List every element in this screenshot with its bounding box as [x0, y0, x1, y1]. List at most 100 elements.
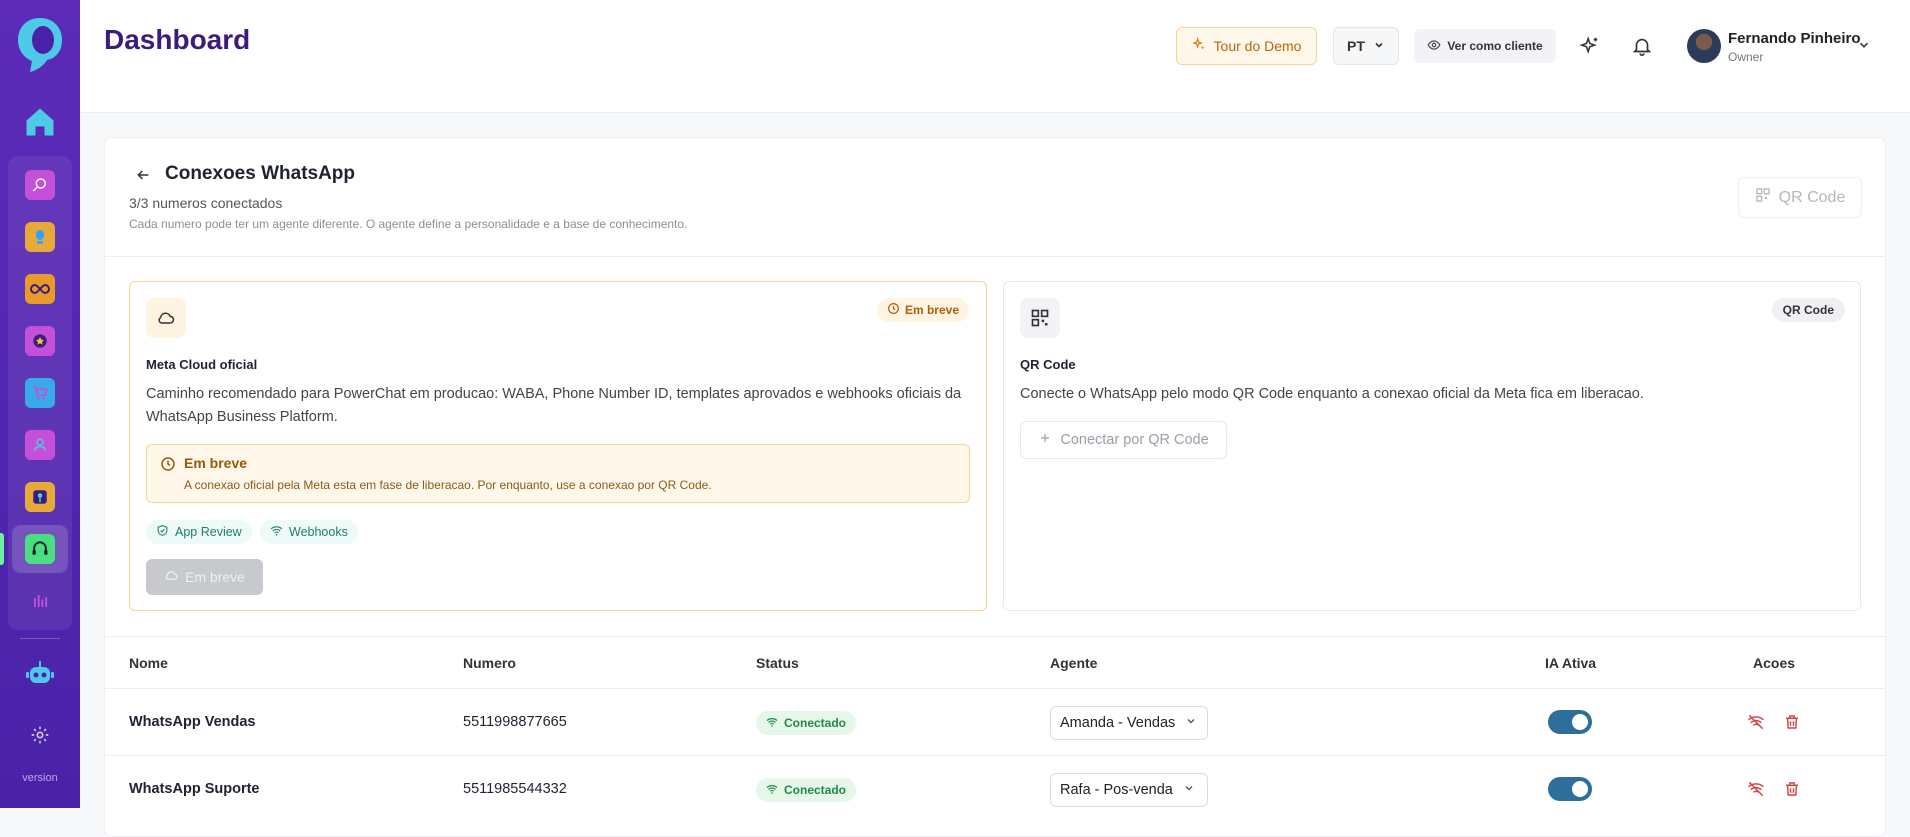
cloud-icon	[146, 298, 186, 338]
sidebar-active-indicator	[0, 533, 4, 565]
row-name: WhatsApp Vendas	[129, 714, 256, 730]
eye-icon	[1427, 38, 1441, 55]
status-badge: Conectado	[756, 711, 857, 735]
ai-active-toggle[interactable]	[1548, 710, 1592, 734]
wifi-icon	[766, 783, 778, 798]
table-top-divider	[105, 636, 1885, 637]
notifications-bell-icon[interactable]	[1631, 35, 1653, 57]
qr-code-icon	[1755, 187, 1771, 208]
home-icon[interactable]	[22, 104, 58, 140]
meta-connect-disabled-button[interactable]: Em breve	[146, 559, 263, 595]
app-review-chip: App Review	[146, 520, 252, 544]
language-select[interactable]: PT	[1333, 27, 1399, 65]
qr-code-button[interactable]: QR Code	[1738, 177, 1862, 218]
tour-demo-button[interactable]: Tour do Demo	[1176, 27, 1317, 65]
wifi-icon	[766, 716, 778, 731]
delete-trash-icon[interactable]	[1783, 780, 1801, 798]
qr-code-icon	[1020, 298, 1060, 338]
user-name[interactable]: Fernando Pinheiro	[1728, 30, 1861, 47]
delete-trash-icon[interactable]	[1783, 713, 1801, 731]
qr-option-title: QR Code	[1020, 357, 1076, 372]
plus-icon	[1038, 431, 1052, 449]
view-as-client-button[interactable]: Ver como cliente	[1414, 29, 1556, 63]
robot-icon[interactable]	[24, 657, 56, 689]
qr-code-button-label: QR Code	[1778, 188, 1846, 206]
column-header-status: Status	[756, 655, 799, 671]
column-header-ai-active: IA Ativa	[1545, 655, 1597, 671]
language-label: PT	[1347, 38, 1365, 54]
agent-select-value: Rafa - Pos-venda	[1060, 782, 1173, 798]
webhooks-chip: Webhooks	[260, 520, 358, 544]
user-menu-chevron-icon[interactable]	[1857, 38, 1871, 52]
row-number: 5511985544332	[463, 781, 567, 797]
header-divider	[105, 256, 1885, 257]
agent-select[interactable]: Rafa - Pos-venda	[1050, 773, 1208, 807]
chevron-down-icon	[1183, 782, 1195, 798]
column-header-agent: Agente	[1050, 655, 1098, 671]
row-name: WhatsApp Suporte	[129, 781, 260, 797]
connections-title: Conexoes WhatsApp	[165, 163, 356, 184]
back-arrow-icon[interactable]	[135, 167, 151, 183]
connections-description: Cada numero pode ter um agente diferente…	[129, 217, 688, 231]
search-app-icon[interactable]	[25, 170, 55, 200]
shield-check-icon	[156, 524, 169, 540]
qr-option-text: Conecte o WhatsApp pelo modo QR Code enq…	[1020, 386, 1644, 402]
alert-clock-icon	[160, 456, 176, 472]
meta-option-title: Meta Cloud oficial	[146, 357, 258, 372]
settings-gear-icon[interactable]	[25, 720, 55, 750]
status-badge: Conectado	[756, 778, 857, 802]
ai-sparkles-icon[interactable]	[1579, 35, 1601, 57]
podcast-app-icon[interactable]	[25, 482, 55, 512]
status-label: Conectado	[784, 716, 847, 730]
qr-code-option: QR Code QR Code Conecte o WhatsApp pelo …	[1003, 281, 1861, 611]
connect-qr-code-label: Conectar por QR Code	[1060, 432, 1209, 448]
chevron-down-icon	[1185, 715, 1197, 731]
coming-soon-badge-label: Em breve	[904, 303, 959, 317]
wifi-icon	[270, 524, 283, 540]
app-review-label: App Review	[175, 525, 242, 539]
chat-bot-app-icon[interactable]	[25, 534, 55, 564]
coming-soon-badge: Em breve	[876, 298, 969, 322]
meta-cloud-option: Em breve Meta Cloud oficial Caminho reco…	[129, 281, 987, 611]
connect-qr-code-button[interactable]: Conectar por QR Code	[1020, 421, 1227, 459]
agent-select-value: Amanda - Vendas	[1060, 715, 1176, 731]
analytics-app-icon[interactable]	[25, 586, 55, 616]
meta-option-text: Caminho recomendado para PowerChat em pr…	[146, 386, 962, 425]
ai-active-toggle[interactable]	[1548, 777, 1592, 801]
meta-connect-button-label: Em breve	[185, 569, 245, 585]
infinity-app-icon[interactable]	[25, 274, 55, 304]
connections-count: 3/3 numeros conectados	[129, 195, 283, 211]
clock-icon	[887, 302, 900, 318]
disconnect-wifi-off-icon[interactable]	[1747, 780, 1765, 798]
status-label: Conectado	[784, 783, 847, 797]
user-role: Owner	[1728, 50, 1764, 64]
tour-demo-label: Tour do Demo	[1213, 38, 1302, 54]
sparkle-icon	[1191, 36, 1207, 55]
column-header-number: Numero	[463, 655, 516, 671]
webhooks-label: Webhooks	[289, 525, 348, 539]
qr-code-badge: QR Code	[1771, 298, 1845, 322]
cart-app-icon[interactable]	[25, 378, 55, 408]
table-header-divider	[105, 688, 1885, 689]
alert-text: A conexao oficial pela Meta esta em fase…	[184, 478, 712, 492]
alert-title: Em breve	[184, 455, 248, 471]
sidebar: version	[0, 0, 80, 808]
column-header-name: Nome	[129, 655, 168, 671]
table-row-divider	[105, 755, 1885, 756]
view-as-client-label: Ver como cliente	[1447, 39, 1543, 53]
chevron-down-icon	[1373, 38, 1385, 54]
idea-app-icon[interactable]	[25, 222, 55, 252]
row-number: 5511998877665	[463, 714, 567, 730]
cloud-icon	[164, 568, 179, 586]
version-label: version	[22, 772, 58, 784]
user-app-icon[interactable]	[25, 430, 55, 460]
disconnect-wifi-off-icon[interactable]	[1747, 713, 1765, 731]
coming-soon-alert: Em breve A conexao oficial pela Meta est…	[146, 444, 970, 503]
app-logo[interactable]	[15, 16, 65, 74]
star-app-icon[interactable]	[25, 326, 55, 356]
page-title: Dashboard	[104, 24, 251, 55]
agent-select[interactable]: Amanda - Vendas	[1050, 706, 1208, 740]
column-header-actions: Acoes	[1753, 655, 1796, 671]
user-avatar[interactable]	[1687, 29, 1721, 63]
sidebar-divider	[20, 638, 60, 639]
